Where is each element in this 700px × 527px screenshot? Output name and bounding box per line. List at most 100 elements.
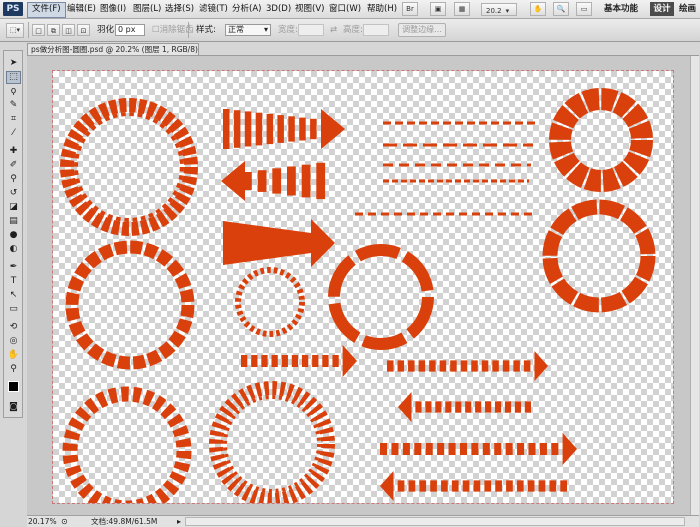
segmented-ring [60,98,198,236]
move-tool-icon[interactable]: ➤ [6,57,21,70]
document-window [27,55,699,515]
blur-tool-icon[interactable]: ● [6,229,21,242]
feather-input[interactable]: 0 px [115,24,145,36]
arrange-button[interactable]: ▦ [454,2,470,16]
zoom-value: 20.2 [486,7,502,15]
intersect-selection-icon: ⊡ [80,27,87,35]
quick-select-tool-icon[interactable]: ✎ [6,99,21,112]
gradient-tool-icon[interactable]: ▤ [6,215,21,228]
workspace-draw[interactable]: 绘画 [679,2,696,16]
quick-mask-icon[interactable]: ◙ [6,401,21,414]
document-title: ps做分析图-圆圈.psd @ 20.2% (图层 1, RGB/8) * [31,45,199,54]
canvas[interactable] [52,70,674,504]
chevron-down-icon: ▾ [263,25,268,34]
checkbox-icon: ☐ [152,25,160,35]
shape-tool-icon[interactable]: ▭ [6,303,21,316]
workspace-design[interactable]: 设计 [650,2,674,16]
style-select[interactable]: 正常 ▾ [225,24,271,36]
menu-edit[interactable]: 编辑(E) [63,2,100,16]
height-label: 高度: [343,25,363,35]
tapered-arrow-stripe [316,162,326,200]
status-icon[interactable]: ⊙ [61,516,68,527]
document-tab[interactable]: ps做分析图-圆圈.psd @ 20.2% (图层 1, RGB/8) *× [27,43,199,55]
zoom-tool-button[interactable]: 🔍 [553,2,569,16]
tool-preset-picker[interactable]: ⬚▾ [6,23,24,38]
type-tool-icon[interactable]: T [6,275,21,288]
intersect-selection-button[interactable]: ⊡ [77,24,90,36]
refine-edge-button[interactable]: 调整边缘... [398,23,446,37]
zoom-dropdown[interactable]: 20.2 ▾ [481,3,517,16]
width-label: 宽度: [278,25,298,35]
magnifier-icon: 🔍 [556,5,566,13]
menu-view[interactable]: 视图(V) [291,2,328,16]
tapered-arrow-stripe [277,115,284,143]
menu-layer[interactable]: 图层(L) [129,2,165,16]
chevron-down-icon: ▾ [505,7,510,15]
segmented-ring [328,244,434,350]
menu-window[interactable]: 窗口(W) [325,2,365,16]
menu-select[interactable]: 选择(S) [161,2,198,16]
tapered-arrow-stripe [223,109,230,149]
add-selection-icon: ⧉ [51,27,56,35]
lasso-tool-icon[interactable]: ϙ [6,85,21,98]
status-menu-arrow-icon[interactable]: ▸ [177,516,181,527]
feather-label: 羽化: [97,25,117,35]
tapered-arrow-stripe [255,112,263,146]
separator [188,22,189,38]
hand-tool-button[interactable]: ✋ [530,2,546,16]
new-selection-button[interactable]: □ [32,24,45,36]
segmented-ring [235,267,305,337]
hand-tool-icon[interactable]: ✋ [6,349,21,362]
swap-icon[interactable]: ⇄ [330,24,337,36]
eraser-tool-icon[interactable]: ◪ [6,201,21,214]
menu-bar: PS 文件(F) 编辑(E) 图像(I) 图层(L) 选择(S) 滤镜(T) 分… [0,0,700,19]
width-input[interactable] [298,24,324,36]
history-brush-tool-icon[interactable]: ↺ [6,187,21,200]
segmented-ring [65,240,195,370]
style-label: 样式: [196,25,216,35]
tapered-arrow-stripe [287,166,296,196]
segmented-ring [62,386,192,503]
brush-tool-icon[interactable]: ✐ [6,159,21,172]
minibridge-icon: ▣ [434,5,442,13]
tapered-arrow-stripe [272,168,282,194]
toolbox: ➤ ⬚ ϙ ✎ ⌗ ⁄ ✚ ✐ ⚲ ↺ ◪ ▤ ● ◐ ✒ T ↖ ▭ ⟲ ◎ … [3,50,23,418]
menu-analysis[interactable]: 分析(A) [228,2,265,16]
screen-mode-button[interactable]: ▭ [576,2,592,16]
menu-file[interactable]: 文件(F) [27,2,66,18]
menu-help[interactable]: 帮助(H) [363,2,401,16]
segmented-ring-inner [223,395,321,493]
healing-brush-tool-icon[interactable]: ✚ [6,145,21,158]
subtract-selection-button[interactable]: ◫ [62,24,75,36]
menu-filter[interactable]: 滤镜(T) [195,2,232,16]
minibridge-button[interactable]: ▣ [430,2,446,16]
clone-stamp-tool-icon[interactable]: ⚲ [6,173,21,186]
3d-orbit-tool-icon[interactable]: ◎ [6,335,21,348]
subtract-selection-icon: ◫ [65,27,72,35]
tapered-arrow-stripe [310,118,317,140]
vertical-scrollbar[interactable] [690,56,699,515]
horizontal-scrollbar[interactable] [185,517,685,526]
marquee-preset-icon: ⬚▾ [9,26,21,34]
rect-marquee-tool-icon[interactable]: ⬚ [6,71,21,84]
dodge-tool-icon[interactable]: ◐ [6,243,21,256]
eyedropper-tool-icon[interactable]: ⁄ [6,127,21,140]
zoom-tool-icon[interactable]: ⚲ [6,363,21,376]
add-selection-button[interactable]: ⧉ [47,24,60,36]
screen-mode-icon: ▭ [580,5,588,13]
bridge-button[interactable]: Br [402,2,418,16]
zoom-level[interactable]: 20.17% [27,516,57,527]
tapered-arrow-stripe [257,170,267,192]
crop-tool-icon[interactable]: ⌗ [6,113,21,126]
tapered-arrow-stripe [266,113,274,145]
height-input[interactable] [363,24,389,36]
3d-rotate-tool-icon[interactable]: ⟲ [6,321,21,334]
striped-arrow-head [534,351,548,381]
foreground-color-swatch[interactable] [8,381,19,392]
new-selection-icon: □ [35,27,42,35]
path-select-tool-icon[interactable]: ↖ [6,289,21,302]
menu-image[interactable]: 图像(I) [96,2,130,16]
pen-tool-icon[interactable]: ✒ [6,261,21,274]
workspace-basic[interactable]: 基本功能 [604,2,638,16]
status-bar: 20.17% ⊙ 文档:49.8M/61.5M ▸ [27,515,699,527]
